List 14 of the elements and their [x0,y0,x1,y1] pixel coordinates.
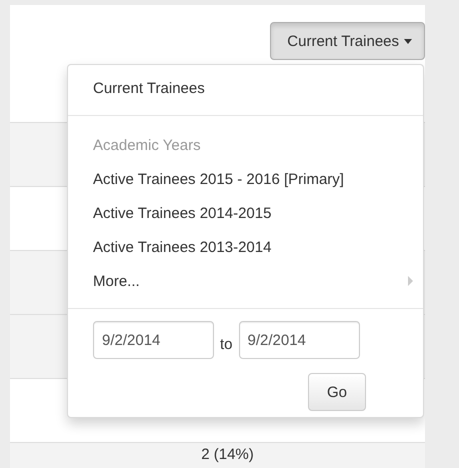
caret-icon [404,38,412,44]
end-date-field[interactable]: 9/2/2014 [238,321,360,359]
menu-header: Academic Years [92,136,202,156]
range-separator: to [220,336,233,355]
filter-dropdown-button[interactable]: Current Trainees [270,22,425,60]
menu-item[interactable]: Active Trainees 2014-2015 [68,196,423,230]
table-cell-text: 2 (14%) [201,446,254,465]
menu-item[interactable]: More... [68,264,423,298]
start-date-field[interactable]: 9/2/2014 [93,321,214,359]
menu-item[interactable]: Current Trainees [68,71,423,105]
menu-item[interactable]: Active Trainees 2013-2014 [68,230,423,264]
go-button[interactable]: Go [308,373,366,411]
menu-item[interactable]: Active Trainees 2015 - 2016 [Primary] [68,162,423,196]
chevron-right-icon [408,276,413,286]
